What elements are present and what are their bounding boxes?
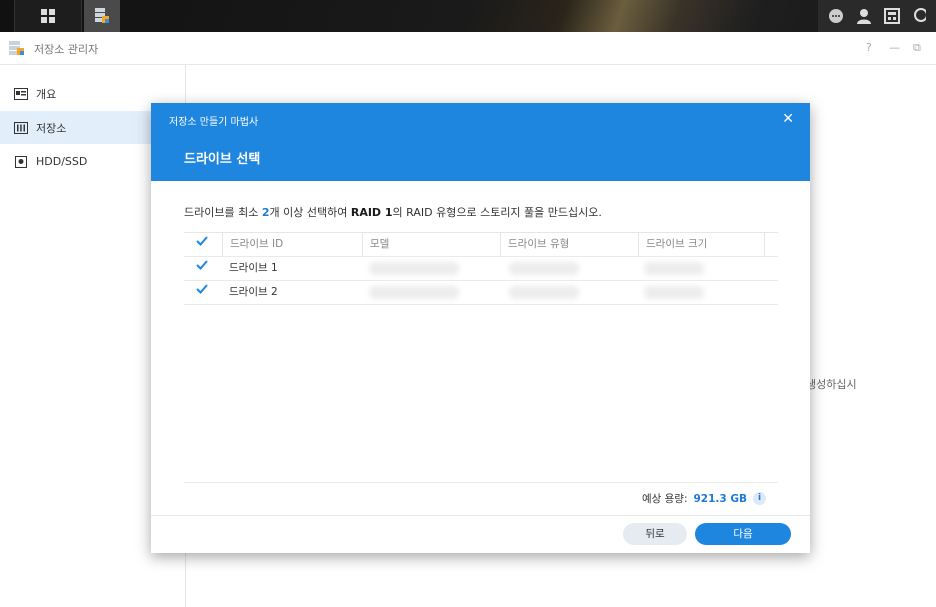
storage-manager-app-icon <box>95 8 109 23</box>
wizard-title: 저장소 만들기 마법사 <box>169 117 259 128</box>
blurred-model <box>369 262 459 275</box>
column-header-drive-id[interactable]: 드라이브 ID <box>222 233 362 256</box>
drive-id: 드라이브 1 <box>229 262 278 274</box>
blurred-type <box>509 286 579 299</box>
blurred-size <box>644 262 704 275</box>
drive-id: 드라이브 2 <box>229 286 278 298</box>
taskbar <box>0 0 936 32</box>
row-checkbox[interactable] <box>184 281 222 304</box>
close-icon[interactable]: ✕ <box>782 111 794 127</box>
instruction-mid: 개 이상 선택하여 <box>269 206 351 219</box>
overview-icon <box>14 87 28 100</box>
drive-table: 드라이브 ID 모델 드라이브 유형 드라이브 크기 드라이브 1 드라이브 2 <box>184 232 778 305</box>
row-checkbox[interactable] <box>184 257 222 280</box>
sidebar-item-label: 개요 <box>36 87 57 101</box>
table-row[interactable]: 드라이브 1 <box>184 257 778 281</box>
background-text: 생성하십시 <box>806 378 857 391</box>
storage-manager-taskbar-button[interactable] <box>84 0 120 32</box>
instruction-pre: 드라이브를 최소 <box>184 206 262 219</box>
info-icon[interactable]: i <box>753 492 766 505</box>
taskbar-tray <box>818 0 936 32</box>
step-title: 드라이브 선택 <box>184 152 261 167</box>
blurred-type <box>509 262 579 275</box>
wizard-header: 저장소 만들기 마법사 드라이브 선택 ✕ <box>151 103 810 181</box>
select-all-checkbox[interactable] <box>184 233 222 256</box>
check-icon <box>196 236 208 246</box>
restore-button[interactable]: ⧉ <box>913 41 921 55</box>
hdd-icon <box>15 155 27 168</box>
capacity-value: 921.3 GB <box>693 492 748 505</box>
blurred-size <box>644 286 704 299</box>
storage-manager-icon <box>8 40 26 59</box>
check-icon <box>196 260 208 270</box>
divider <box>184 482 778 483</box>
column-header-extra <box>764 233 778 256</box>
window-title-bar: 저장소 관리자 ? — ⧉ <box>0 32 936 65</box>
minimize-button[interactable]: — <box>889 41 900 54</box>
main-menu-icon <box>41 9 55 23</box>
create-storage-wizard: 저장소 만들기 마법사 드라이브 선택 ✕ 드라이브를 최소 2개 이상 선택하… <box>151 103 810 553</box>
help-button[interactable]: ? <box>866 41 872 54</box>
user-icon[interactable] <box>856 8 872 24</box>
raid-type: RAID 1 <box>350 206 393 219</box>
column-header-model[interactable]: 모델 <box>362 233 500 256</box>
check-icon <box>196 284 208 294</box>
estimated-capacity: 예상 용량: 921.3 GB i <box>642 491 766 506</box>
widgets-icon[interactable] <box>884 8 900 24</box>
sidebar-item-label: HDD/SSD <box>36 155 88 168</box>
button-bar-divider <box>151 515 810 516</box>
search-icon[interactable] <box>912 8 926 24</box>
capacity-label: 예상 용량: <box>641 493 688 505</box>
table-row[interactable]: 드라이브 2 <box>184 281 778 305</box>
storage-icon <box>14 121 28 134</box>
chat-icon[interactable] <box>828 8 844 24</box>
next-button[interactable]: 다음 <box>695 523 791 545</box>
table-header: 드라이브 ID 모델 드라이브 유형 드라이브 크기 <box>184 232 778 257</box>
column-header-drive-type[interactable]: 드라이브 유형 <box>500 233 638 256</box>
instruction-post: 의 RAID 유형으로 스토리지 풀을 만드십시오. <box>392 206 602 219</box>
main-menu-button[interactable] <box>14 0 82 32</box>
sidebar-item-label: 저장소 <box>36 121 67 135</box>
blurred-model <box>369 286 459 299</box>
min-drive-count: 2 <box>261 206 270 219</box>
window-title: 저장소 관리자 <box>34 43 99 56</box>
back-button[interactable]: 뒤로 <box>623 523 687 545</box>
instruction-text: 드라이브를 최소 2개 이상 선택하여 RAID 1의 RAID 유형으로 스토… <box>184 204 602 220</box>
column-header-drive-size[interactable]: 드라이브 크기 <box>638 233 764 256</box>
